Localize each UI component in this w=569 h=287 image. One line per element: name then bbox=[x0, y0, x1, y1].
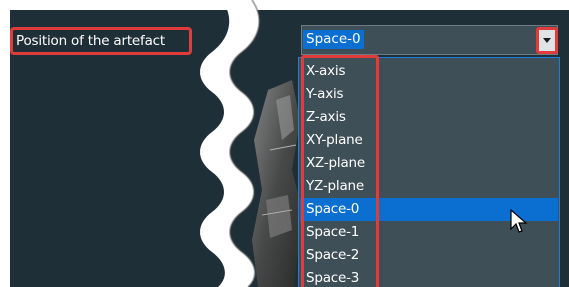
position-label-text: Position of the artefact bbox=[16, 33, 165, 49]
left-edge bbox=[0, 10, 10, 287]
option-space-3[interactable]: Space-3 bbox=[300, 267, 558, 287]
option-xy-plane[interactable]: XY-plane bbox=[300, 129, 558, 152]
position-label: Position of the artefact bbox=[10, 27, 192, 55]
option-xz-plane[interactable]: XZ-plane bbox=[300, 152, 558, 175]
dropdown-button[interactable] bbox=[536, 27, 558, 54]
select-value[interactable]: Space-0 bbox=[303, 30, 364, 49]
option-space-2[interactable]: Space-2 bbox=[300, 244, 558, 267]
option-yz-plane[interactable]: YZ-plane bbox=[300, 175, 558, 198]
dropdown-list: X-axis Y-axis Z-axis XY-plane XZ-plane Y… bbox=[300, 60, 558, 287]
torn-edge-divider bbox=[196, 0, 306, 287]
top-band-right bbox=[268, 0, 569, 10]
option-x-axis[interactable]: X-axis bbox=[300, 60, 558, 83]
mouse-pointer-icon bbox=[510, 209, 528, 233]
option-z-axis[interactable]: Z-axis bbox=[300, 106, 558, 129]
option-y-axis[interactable]: Y-axis bbox=[300, 83, 558, 106]
chevron-down-icon bbox=[543, 38, 551, 43]
